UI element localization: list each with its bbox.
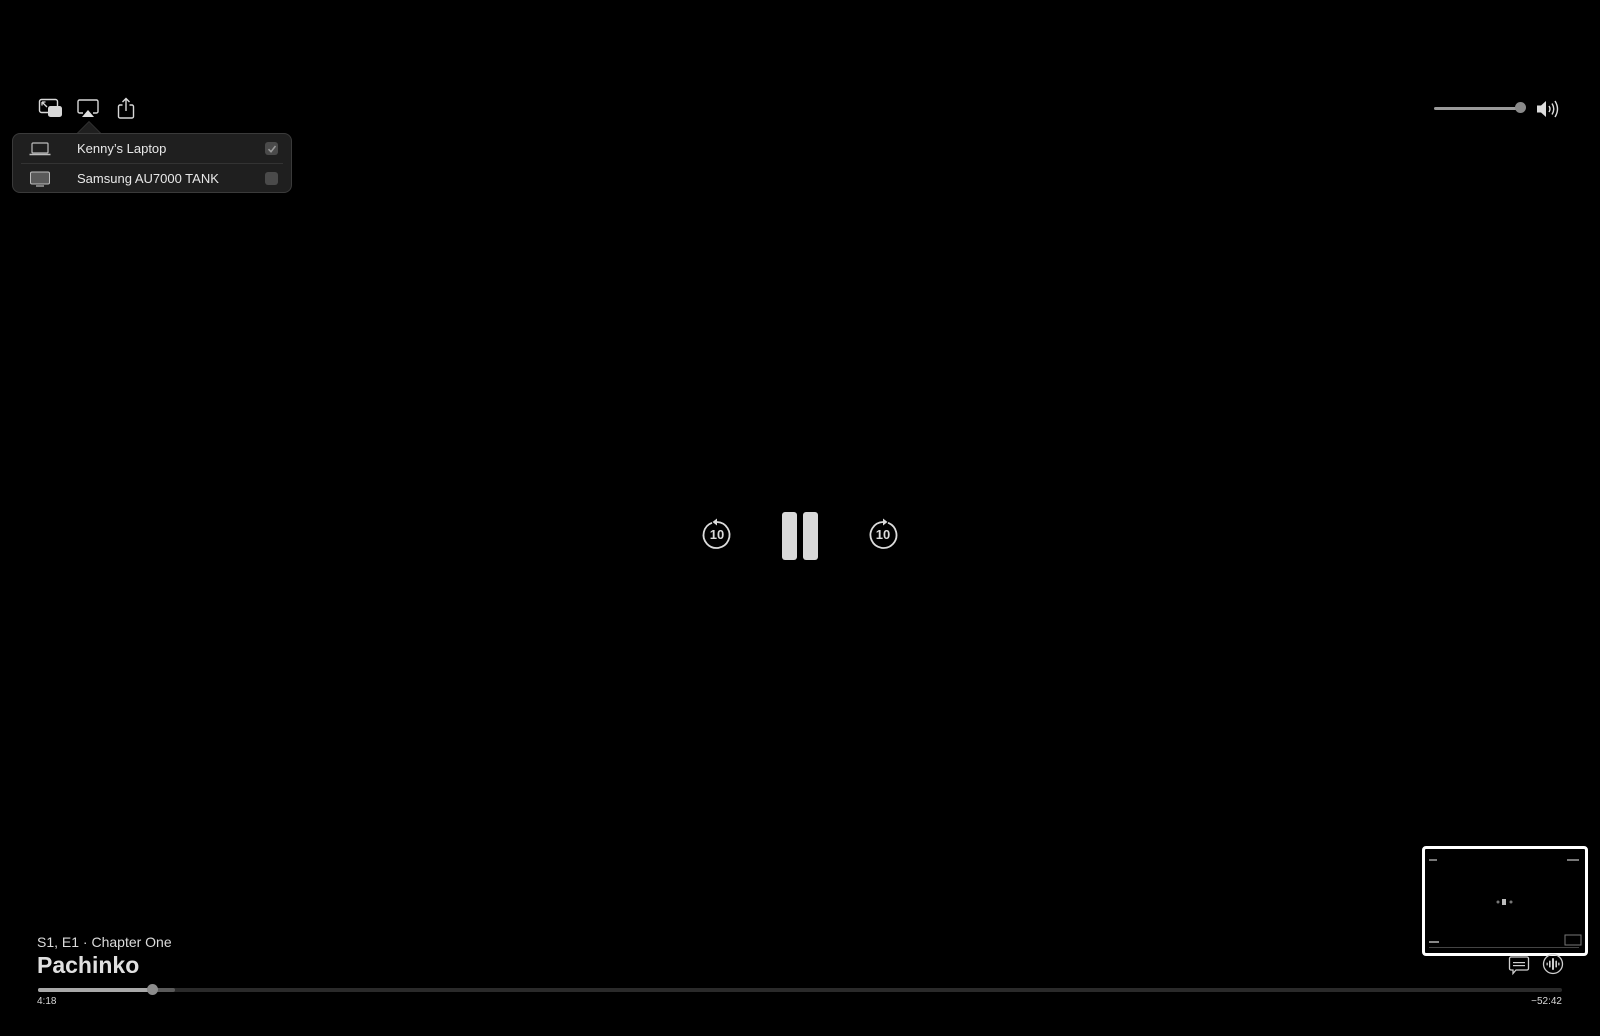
tv-icon [29,171,53,187]
laptop-icon [29,141,53,156]
remaining-time: −52:42 [1531,996,1562,1007]
audio-tracks-icon [1542,953,1564,975]
played-bar [38,988,153,992]
show-title: Pachinko [37,952,140,978]
audio-tracks-button[interactable] [1542,953,1564,975]
volume-slider-track[interactable] [1434,107,1522,110]
volume-slider-knob[interactable] [1515,102,1526,113]
skip-forward-icon: 10 [866,517,900,551]
airplay-button[interactable] [76,98,100,120]
device-row-samsung-tv[interactable]: Samsung AU7000 TANK [13,164,291,193]
skip-back-label: 10 [709,527,725,542]
popover-arrow [78,122,100,133]
episode-label: S1, E1 · Chapter One [37,934,172,950]
skip-forward-10-button[interactable]: 10 [866,517,900,551]
scrubber-knob[interactable] [146,984,158,995]
skip-forward-label: 10 [875,527,891,542]
device-row-kennys-laptop[interactable]: Kenny’s Laptop [13,134,291,163]
subtitles-button[interactable] [1508,954,1530,976]
pause-button[interactable] [780,510,820,562]
speaker-volume-icon [1535,98,1561,120]
progress-track[interactable] [38,988,1562,992]
volume-button[interactable] [1535,98,1561,120]
device-label: Samsung AU7000 TANK [77,171,219,186]
skip-back-10-button[interactable]: 10 [700,517,734,551]
device-checkbox-unchecked[interactable] [265,172,278,185]
picture-in-picture-icon [38,98,64,120]
subtitles-icon [1508,954,1530,976]
share-button[interactable] [116,96,136,120]
share-icon [116,96,136,120]
airplay-icon [76,98,100,120]
elapsed-time: 4:18 [37,996,57,1007]
picture-in-picture-button[interactable] [38,98,64,120]
scrub-preview-thumbnail [1422,846,1588,956]
skip-back-icon: 10 [700,517,734,551]
device-checkbox-checked[interactable] [265,142,278,155]
device-label: Kenny’s Laptop [77,141,167,156]
airplay-device-menu: Kenny’s Laptop Samsung AU7000 TANK [12,133,292,193]
pause-icon [780,510,820,562]
